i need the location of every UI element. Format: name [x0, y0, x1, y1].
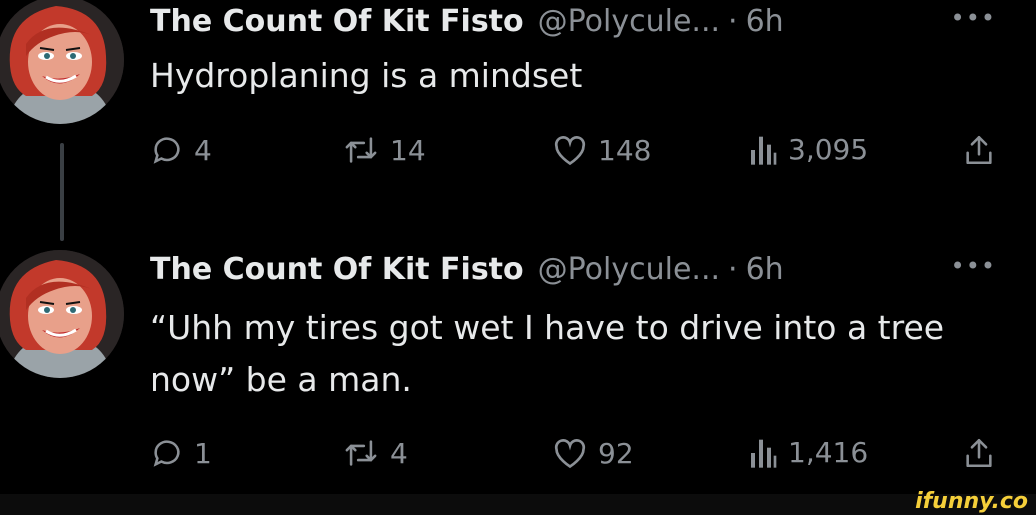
- author-handle[interactable]: @Polycule...: [538, 251, 720, 289]
- reply-button[interactable]: 4: [150, 133, 212, 167]
- like-button[interactable]: 92: [552, 436, 634, 470]
- retweet-count: 4: [390, 436, 408, 470]
- timestamp[interactable]: 6h: [746, 3, 784, 41]
- ifunny-watermark: ifunny.co: [915, 489, 1028, 514]
- author-name[interactable]: The Count Of Kit Fisto: [150, 251, 524, 289]
- author-handle[interactable]: @Polycule...: [538, 3, 720, 41]
- reply-button[interactable]: 1: [150, 436, 212, 470]
- more-options-button[interactable]: •••: [951, 248, 996, 284]
- like-count: 92: [598, 436, 634, 470]
- separator: ·: [728, 4, 738, 39]
- views-button[interactable]: 3,095: [748, 133, 868, 166]
- reply-icon: [150, 436, 184, 470]
- tweet-header: The Count Of Kit Fisto @Polycule... · 6h: [150, 248, 784, 292]
- author-name[interactable]: The Count Of Kit Fisto: [150, 3, 524, 41]
- avatar[interactable]: [0, 0, 124, 124]
- tweet-text: Hydroplaning is a mindset: [150, 56, 583, 95]
- retweet-icon: [342, 133, 380, 167]
- reply-count: 4: [194, 133, 212, 167]
- tweet-text: “Uhh my tires got wet I have to drive in…: [150, 308, 945, 399]
- more-options-button[interactable]: •••: [951, 0, 996, 36]
- share-icon: [962, 436, 996, 470]
- share-button[interactable]: [962, 133, 996, 167]
- action-bar: 4 14 148 3,095: [0, 133, 1036, 177]
- views-button[interactable]: 1,416: [748, 436, 868, 469]
- like-count: 148: [598, 133, 652, 167]
- tweet-1[interactable]: The Count Of Kit Fisto @Polycule... · 6h…: [0, 0, 1036, 241]
- heart-icon: [552, 436, 588, 470]
- retweet-button[interactable]: 4: [342, 436, 408, 470]
- retweet-icon: [342, 436, 380, 470]
- tweet-header: The Count Of Kit Fisto @Polycule... · 6h: [150, 0, 784, 44]
- retweet-count: 14: [390, 133, 426, 167]
- retweet-button[interactable]: 14: [342, 133, 426, 167]
- heart-icon: [552, 133, 588, 167]
- avatar[interactable]: [0, 250, 124, 378]
- share-icon: [962, 133, 996, 167]
- reply-count: 1: [194, 436, 212, 470]
- tweet-2[interactable]: The Count Of Kit Fisto @Polycule... · 6h…: [0, 246, 1036, 494]
- like-button[interactable]: 148: [552, 133, 651, 167]
- reply-icon: [150, 133, 184, 167]
- timestamp[interactable]: 6h: [746, 251, 784, 289]
- separator: ·: [728, 252, 738, 287]
- share-button[interactable]: [962, 436, 996, 470]
- action-bar: 1 4 92 1,416: [0, 436, 1036, 480]
- views-count: 1,416: [788, 436, 869, 469]
- views-count: 3,095: [788, 133, 869, 166]
- views-icon: [748, 437, 778, 469]
- footer-bar: [0, 494, 1036, 515]
- views-icon: [748, 134, 778, 166]
